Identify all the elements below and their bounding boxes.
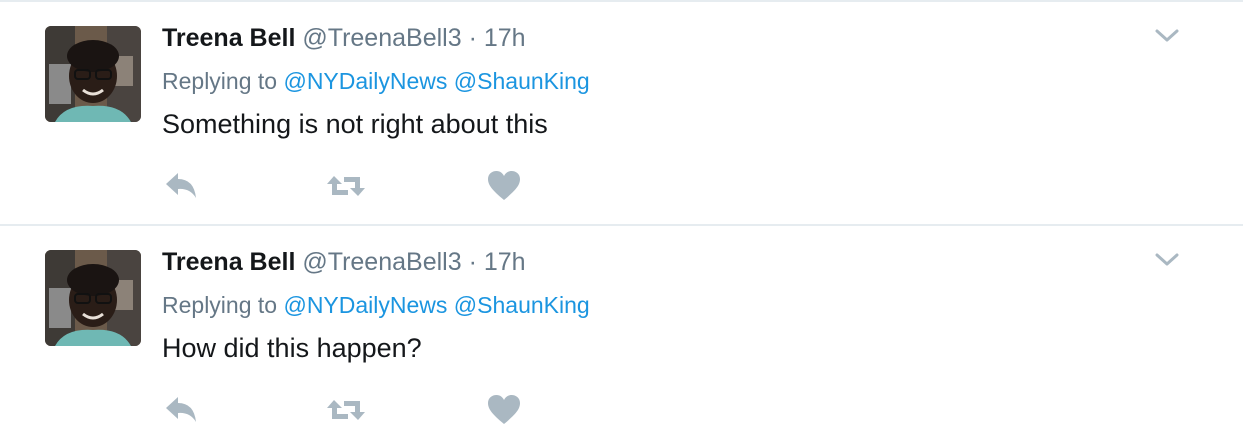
chevron-down-icon (1155, 29, 1179, 42)
mention-link[interactable]: @NYDailyNews (283, 292, 447, 318)
mention-link[interactable]: @ShaunKing (454, 292, 590, 318)
avatar-photo (45, 26, 141, 122)
tweet[interactable]: Treena Bell @TreenaBell3 · 17h Replying … (0, 226, 1243, 431)
separator-dot: · (468, 248, 477, 276)
retweet-icon (327, 176, 365, 196)
retweet-icon (327, 400, 365, 420)
more-options-button[interactable] (1153, 250, 1181, 270)
tweet-text: Something is not right about this (162, 109, 548, 139)
separator-dot: · (468, 24, 477, 52)
reply-icon (166, 173, 196, 198)
like-heart-icon (488, 171, 520, 200)
more-options-button[interactable] (1153, 26, 1181, 46)
user-handle[interactable]: @TreenaBell3 (302, 24, 461, 52)
avatar[interactable] (45, 250, 141, 346)
tweet-timestamp[interactable]: 17h (484, 248, 526, 276)
mention-link[interactable]: @ShaunKing (454, 68, 590, 94)
avatar-photo (45, 250, 141, 346)
replying-to-label: Replying to (162, 68, 278, 94)
like-button[interactable] (486, 168, 522, 204)
reply-icon (166, 397, 196, 422)
like-heart-icon (488, 395, 520, 424)
tweet-text: How did this happen? (162, 333, 422, 363)
reply-button[interactable] (162, 392, 200, 428)
replying-to-label: Replying to (162, 292, 278, 318)
reply-button[interactable] (162, 168, 200, 204)
tweet-timestamp[interactable]: 17h (484, 24, 526, 52)
user-fullname[interactable]: Treena Bell (162, 24, 295, 52)
reply-context: Replying to @NYDailyNews @ShaunKing (162, 66, 590, 96)
retweet-button[interactable] (324, 392, 368, 428)
user-fullname[interactable]: Treena Bell (162, 248, 295, 276)
user-handle[interactable]: @TreenaBell3 (302, 248, 461, 276)
tweet-header: Treena Bell @TreenaBell3 · 17h (162, 22, 526, 54)
tweet-header: Treena Bell @TreenaBell3 · 17h (162, 246, 526, 278)
tweet-feed: Treena Bell @TreenaBell3 · 17h Replying … (0, 0, 1243, 431)
like-button[interactable] (486, 392, 522, 428)
avatar[interactable] (45, 26, 141, 122)
chevron-down-icon (1155, 253, 1179, 266)
mention-link[interactable]: @NYDailyNews (283, 68, 447, 94)
tweet[interactable]: Treena Bell @TreenaBell3 · 17h Replying … (0, 2, 1243, 226)
retweet-button[interactable] (324, 168, 368, 204)
reply-context: Replying to @NYDailyNews @ShaunKing (162, 290, 590, 320)
